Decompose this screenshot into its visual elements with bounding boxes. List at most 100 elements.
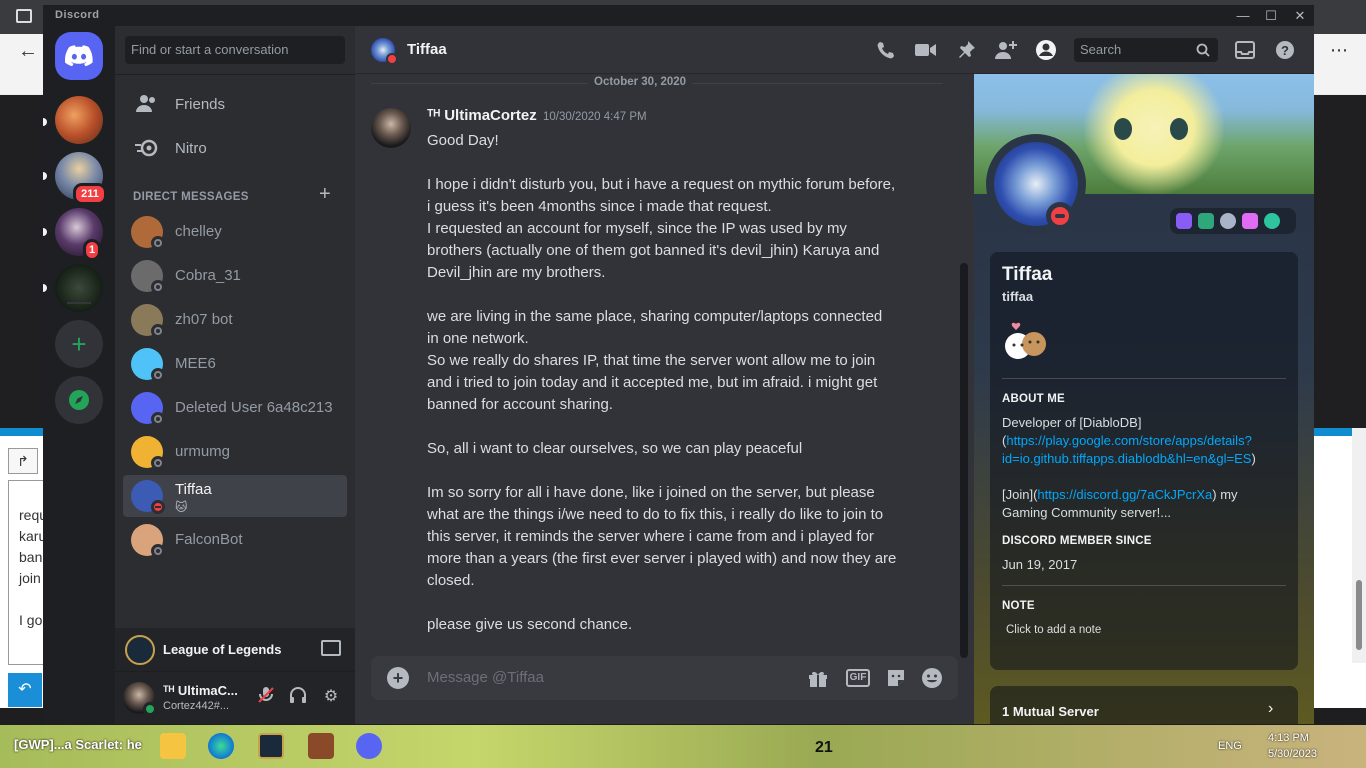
browser-tab-icon[interactable] [16,9,32,23]
create-dm-button[interactable]: + [319,183,331,206]
discord-home-button[interactable] [55,32,103,80]
message-line: So we really do shares IP, that time the… [427,352,876,369]
profile-badges [1170,208,1296,234]
system-clock[interactable]: 4:13 PM 5/30/2023 [1268,730,1317,762]
gif-button[interactable]: GIF [846,669,870,687]
user-name[interactable]: ᵀᴴ UltimaC... [163,683,238,698]
unread-indicator [43,228,47,236]
gem-badge-icon[interactable] [1242,213,1258,229]
status-dnd-icon [151,500,165,514]
dm-sidebar: Find or start a conversation Friends Nit… [115,26,355,724]
mutual-servers-button[interactable]: 1 Mutual Server › [990,686,1298,724]
server-icon-1[interactable] [55,96,103,144]
nitro-link[interactable]: Nitro [123,127,347,169]
emoji-icon[interactable] [920,666,944,690]
dm-item-cobra-31[interactable]: Cobra_31 [123,255,347,297]
minimize-button[interactable]: — [1229,5,1257,26]
video-call-icon[interactable] [914,38,938,62]
edge-browser-icon[interactable] [208,733,234,759]
about-suffix: ) [1251,451,1256,466]
upload-attachment-button[interactable]: + [387,667,409,689]
screen-share-icon[interactable] [321,640,341,656]
chevron-right-icon: › [1268,700,1274,717]
about-line-1: Developer of [DiabloDB] [1002,415,1142,430]
dm-item-mee6[interactable]: MEE6 [123,343,347,385]
message-line: please give us second chance. [427,616,633,633]
discord-invite-link[interactable]: https://discord.gg/7aCkJPcrXa [1037,487,1212,502]
add-server-button[interactable]: + [55,320,103,368]
sticker-icon[interactable] [884,666,908,690]
channel-badge-icon[interactable] [1264,213,1280,229]
dm-item-urmumg[interactable]: urmumg [123,431,347,473]
add-friends-to-dm-icon[interactable] [994,38,1018,62]
dm-name: zh07 bot [175,311,233,328]
discord-taskbar-icon[interactable] [356,733,382,759]
game-icon[interactable] [308,733,334,759]
close-button[interactable]: ✕ [1286,5,1314,26]
unread-indicator [43,118,47,126]
headphones-icon[interactable] [287,686,309,708]
league-of-legends-icon[interactable] [258,733,284,759]
dm-item-deleted-user-6a48c213[interactable]: Deleted User 6a48c213 [123,387,347,429]
dm-item-tiffaa[interactable]: Tiffaa 🐱 [123,475,347,517]
friends-link[interactable]: Friends [123,83,347,125]
pinned-messages-icon[interactable] [954,38,978,62]
user-status-online [143,702,157,716]
explore-servers-button[interactable] [55,376,103,424]
mute-microphone-icon[interactable] [255,686,277,708]
message-timestamp: 10/30/2020 4:47 PM [543,111,647,123]
chat-scrollbar[interactable] [960,263,968,658]
message-composer[interactable]: + Message @Tiffaa GIF [371,656,958,700]
about-line-2: (https://play.google.com/store/apps/deta… [1002,432,1252,450]
message-author-avatar[interactable] [371,108,411,148]
background-scroll-thumb[interactable] [1356,580,1362,650]
share-icon[interactable]: ↱ [8,448,38,474]
boost-badge-icon[interactable] [1220,213,1236,229]
message-author[interactable]: ᵀᴴ UltimaCortez [427,107,537,124]
message-line: closed. [427,572,475,589]
profile-divider [1002,585,1286,586]
help-icon[interactable]: ? [1273,38,1297,62]
message-input[interactable]: Message @Tiffaa [427,669,544,686]
message-line: So, all i want to clear ourselves, so we… [427,440,803,457]
profile-username: tiffaa [1002,289,1034,304]
nitro-label: Nitro [175,139,207,157]
search-input[interactable]: Search [1074,38,1218,62]
reply-icon[interactable]: ↶ [8,673,42,707]
maximize-button[interactable]: ☐ [1257,5,1285,26]
dm-item-falconbot[interactable]: FalconBot [123,519,347,561]
message-line: i guess it's been 4months since i made t… [427,198,772,215]
dm-item-zh07-bot[interactable]: zh07 bot [123,299,347,341]
status-offline-icon [151,368,165,382]
dm-name: Deleted User 6a48c213 [175,399,333,416]
dm-name: FalconBot [175,531,243,548]
profile-divider [1002,378,1286,379]
play-store-link-cont[interactable]: id=io.github.tiffapps.diablodb&hl=en&gl=… [1002,451,1251,466]
play-store-link[interactable]: https://play.google.com/store/apps/detai… [1006,433,1251,448]
user-profile-icon[interactable] [1034,38,1058,62]
server-icon-4[interactable] [55,264,103,312]
back-arrow-icon[interactable]: ← [18,40,38,63]
dm-name: Cobra_31 [175,267,241,284]
inbox-icon[interactable] [1233,38,1257,62]
dm-name: MEE6 [175,355,216,372]
language-indicator[interactable]: ENG [1218,740,1242,752]
find-conversation-input[interactable]: Find or start a conversation [125,36,345,64]
nitro-icon [131,132,163,164]
nitro-badge-icon[interactable] [1176,213,1192,229]
dm-item-chelley[interactable]: chelley [123,211,347,253]
compass-icon [69,390,89,410]
about-me-header: ABOUT ME [1002,393,1065,405]
voice-call-icon[interactable] [874,38,898,62]
profile-status-dnd [1046,202,1074,230]
mention-badge: 1 [83,239,101,261]
gift-icon[interactable] [806,666,830,690]
user-panel: ᵀᴴ UltimaC... Cortez442#... ⚙ [115,672,355,724]
settings-gear-icon[interactable]: ⚙ [320,686,342,708]
note-input[interactable]: Click to add a note [1006,624,1101,636]
member-since-date: Jun 19, 2017 [1002,557,1078,572]
hypesquad-badge-icon[interactable] [1198,213,1214,229]
member-since-header: DISCORD MEMBER SINCE [1002,535,1152,547]
file-explorer-icon[interactable] [160,733,186,759]
more-options-icon[interactable]: ⋯ [1330,40,1348,61]
